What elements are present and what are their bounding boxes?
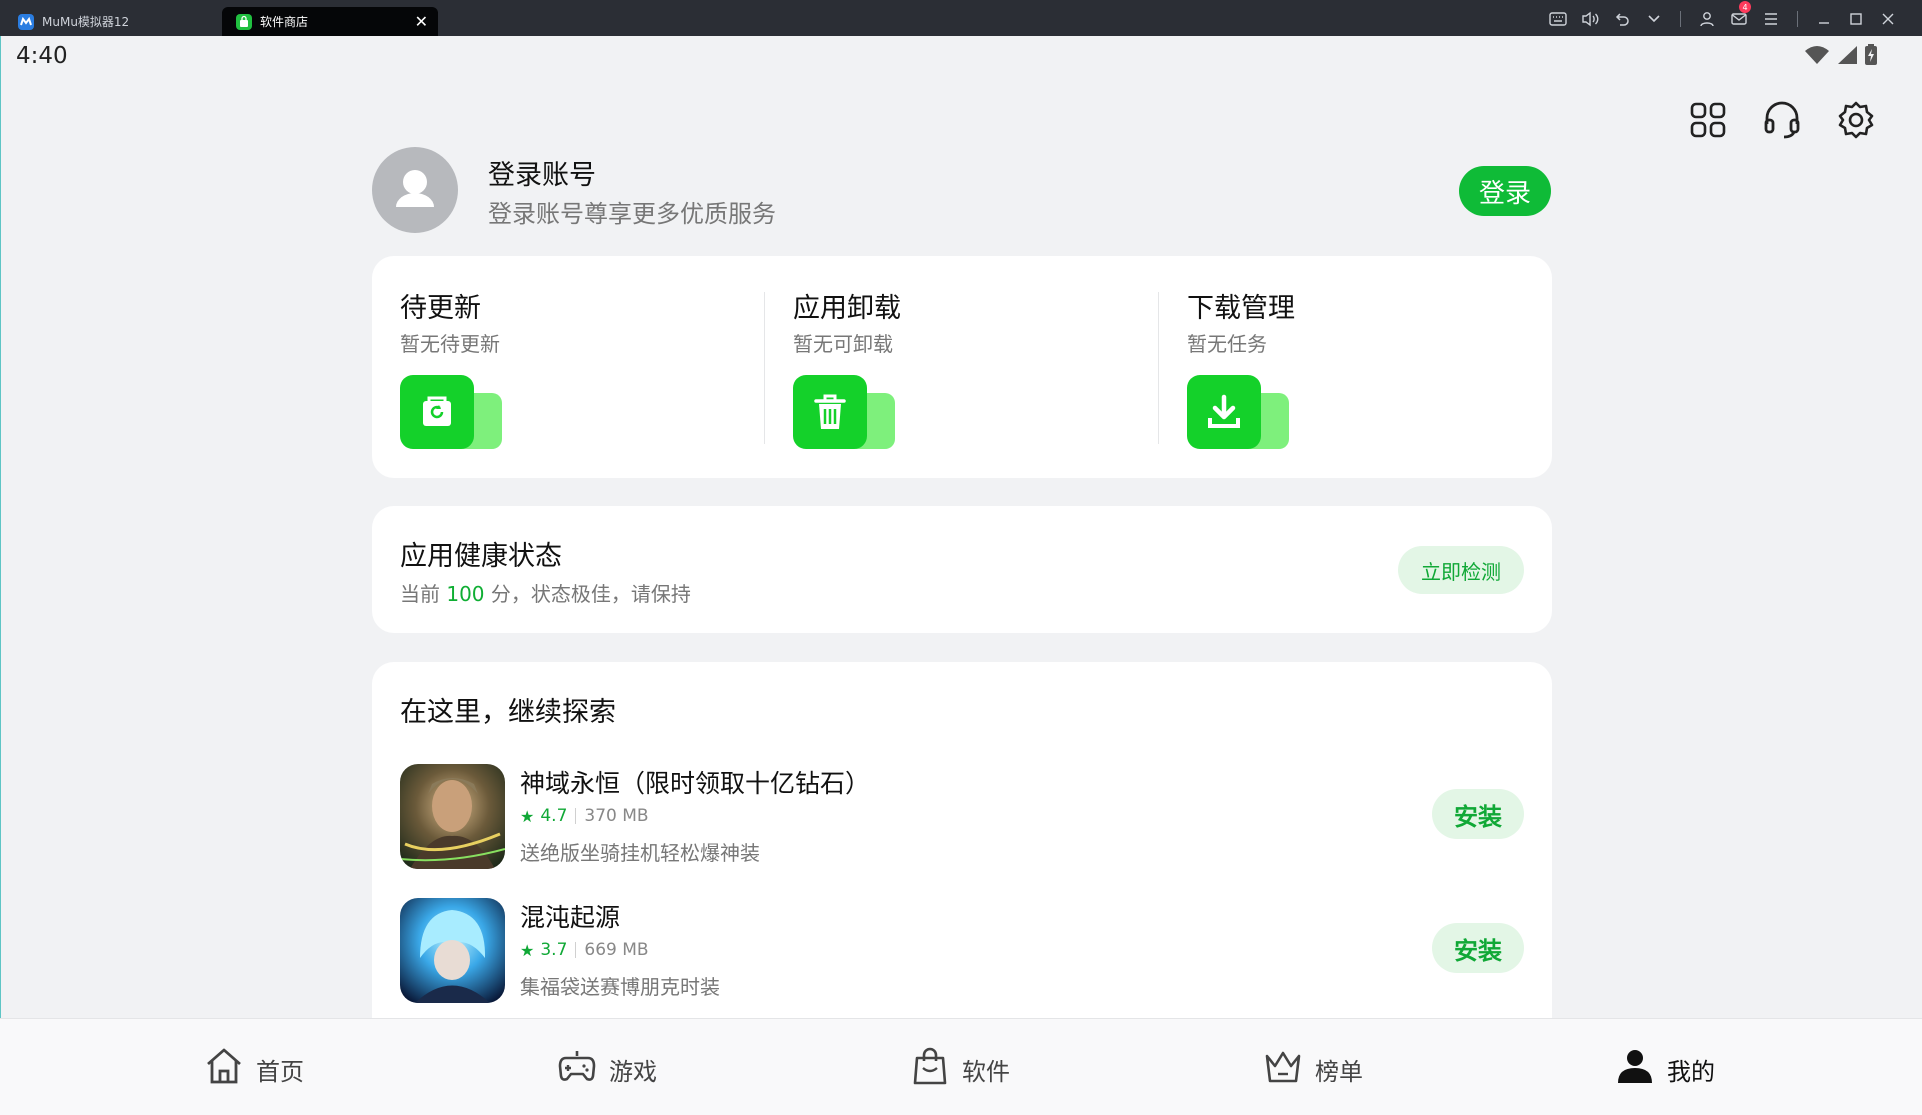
home-icon bbox=[204, 1046, 244, 1092]
explore-title: 在这里，继续探索 bbox=[400, 697, 616, 728]
tab-label: 软件商店 bbox=[260, 15, 309, 29]
uninstall-section[interactable]: 应用卸载 暂无可卸载 bbox=[765, 256, 1158, 478]
mail-icon[interactable]: 4 bbox=[1723, 1, 1755, 30]
nav-label: 软件 bbox=[962, 1057, 1010, 1086]
explore-card: 在这里，继续探索 神域永恒（限时领取十亿钻石） ★ 4.7 370 MB 送绝版… bbox=[372, 662, 1552, 1022]
section-title: 应用卸载 bbox=[793, 293, 901, 324]
app-icon[interactable] bbox=[400, 764, 505, 869]
meta-divider bbox=[575, 942, 577, 958]
maximize-icon[interactable] bbox=[1840, 8, 1872, 30]
close-window-icon[interactable] bbox=[1872, 8, 1904, 30]
star-icon: ★ bbox=[520, 940, 535, 960]
tab-mumu[interactable]: MuMu模拟器12 bbox=[4, 7, 218, 36]
toolbar-divider bbox=[1797, 11, 1798, 27]
download-icon[interactable] bbox=[1187, 375, 1289, 451]
keyboard-icon[interactable] bbox=[1542, 8, 1574, 30]
nav-label: 我的 bbox=[1667, 1057, 1715, 1086]
section-status: 暂无任务 bbox=[1187, 332, 1267, 356]
app-size: 370 MB bbox=[584, 806, 649, 826]
section-status: 暂无待更新 bbox=[400, 332, 500, 356]
app-health-card: 应用健康状态 当前 100 分，状态极佳，请保持 立即检测 bbox=[372, 506, 1552, 633]
app-name[interactable]: 混沌起源 bbox=[520, 898, 620, 934]
login-button[interactable]: 登录 bbox=[1459, 166, 1551, 216]
section-title: 待更新 bbox=[400, 293, 481, 324]
tab-store[interactable]: 软件商店 ✕ bbox=[222, 7, 438, 36]
wifi-icon bbox=[1804, 45, 1830, 69]
nav-label: 首页 bbox=[256, 1057, 304, 1086]
notification-badge: 4 bbox=[1739, 1, 1751, 13]
status-icons bbox=[1804, 44, 1878, 70]
nav-item-mine[interactable]: 我的 bbox=[1615, 1049, 1715, 1089]
profile-subtitle: 登录账号尊享更多优质服务 bbox=[488, 200, 776, 228]
nav-item-rankings[interactable]: 榜单 bbox=[1263, 1049, 1363, 1089]
grid-icon[interactable] bbox=[1688, 100, 1728, 140]
nav-item-home[interactable]: 首页 bbox=[204, 1046, 304, 1092]
undo-icon[interactable] bbox=[1606, 8, 1638, 30]
headset-icon[interactable] bbox=[1762, 100, 1802, 140]
section-title: 下载管理 bbox=[1187, 293, 1295, 324]
app-rating: 3.7 bbox=[540, 940, 568, 960]
app-description: 送绝版坐骑挂机轻松爆神装 bbox=[520, 841, 760, 865]
install-button[interactable]: 安装 bbox=[1432, 923, 1524, 973]
trash-icon[interactable] bbox=[793, 375, 895, 451]
nav-item-software[interactable]: 软件 bbox=[910, 1046, 1010, 1092]
pending-updates-section[interactable]: 待更新 暂无待更新 bbox=[372, 256, 765, 478]
gear-icon[interactable] bbox=[1836, 100, 1876, 140]
star-icon: ★ bbox=[520, 806, 535, 826]
download-manager-section[interactable]: 下载管理 暂无任务 bbox=[1159, 256, 1552, 478]
mumu-logo-icon bbox=[18, 13, 34, 30]
person-icon bbox=[1615, 1046, 1655, 1092]
volume-icon[interactable] bbox=[1574, 8, 1606, 30]
minimize-icon[interactable] bbox=[1808, 8, 1840, 30]
window-titlebar: MuMu模拟器12 软件商店 ✕ 4 bbox=[0, 0, 1922, 36]
signal-icon bbox=[1836, 45, 1858, 69]
store-icon bbox=[236, 13, 252, 30]
profile-title[interactable]: 登录账号 bbox=[488, 153, 596, 192]
gamepad-icon bbox=[557, 1046, 597, 1092]
bottom-navigation: 首页 游戏 软件 榜单 我的 bbox=[0, 1018, 1922, 1115]
app-size: 669 MB bbox=[584, 940, 649, 960]
top-actions bbox=[1688, 100, 1876, 140]
nav-item-games[interactable]: 游戏 bbox=[557, 1049, 657, 1089]
app-rating: 4.7 bbox=[540, 806, 568, 826]
health-score: 100 bbox=[446, 582, 485, 606]
app-description: 集福袋送赛博朋克时装 bbox=[520, 975, 720, 999]
health-prefix: 当前 bbox=[400, 582, 440, 606]
crown-icon bbox=[1263, 1046, 1303, 1092]
avatar[interactable] bbox=[372, 147, 458, 233]
app-name[interactable]: 神域永恒（限时领取十亿钻石） bbox=[520, 764, 870, 800]
health-status: 当前 100 分，状态极佳，请保持 bbox=[400, 578, 691, 607]
user-icon[interactable] bbox=[1691, 8, 1723, 30]
app-meta: ★ 3.7 669 MB bbox=[520, 940, 649, 960]
menu-icon[interactable] bbox=[1755, 8, 1787, 30]
window-toolbar: 4 bbox=[1542, 1, 1904, 30]
quick-actions-card: 待更新 暂无待更新 应用卸载 暂无可卸载 下载管理 暂无任务 bbox=[372, 256, 1552, 478]
status-time: 4:40 bbox=[16, 43, 68, 69]
install-button[interactable]: 安装 bbox=[1432, 789, 1524, 839]
chevron-down-icon[interactable] bbox=[1638, 8, 1670, 30]
app-icon[interactable] bbox=[400, 898, 505, 1003]
list-item[interactable]: 混沌起源 ★ 3.7 669 MB 集福袋送赛博朋克时装 安装 bbox=[400, 898, 1524, 1003]
refresh-icon[interactable] bbox=[400, 375, 502, 451]
health-title: 应用健康状态 bbox=[400, 541, 562, 572]
nav-label: 榜单 bbox=[1315, 1057, 1363, 1086]
tab-label: MuMu模拟器12 bbox=[42, 15, 130, 29]
shopping-bag-icon bbox=[910, 1046, 950, 1092]
meta-divider bbox=[575, 808, 577, 824]
list-item[interactable]: 神域永恒（限时领取十亿钻石） ★ 4.7 370 MB 送绝版坐骑挂机轻松爆神装… bbox=[400, 764, 1524, 869]
detect-now-button[interactable]: 立即检测 bbox=[1398, 546, 1524, 594]
battery-icon bbox=[1864, 44, 1878, 70]
app-meta: ★ 4.7 370 MB bbox=[520, 806, 649, 826]
section-status: 暂无可卸载 bbox=[793, 332, 893, 356]
toolbar-divider bbox=[1680, 11, 1681, 27]
health-suffix: 分，状态极佳，请保持 bbox=[490, 582, 691, 606]
close-tab-icon[interactable]: ✕ bbox=[415, 12, 428, 31]
nav-label: 游戏 bbox=[609, 1057, 657, 1086]
